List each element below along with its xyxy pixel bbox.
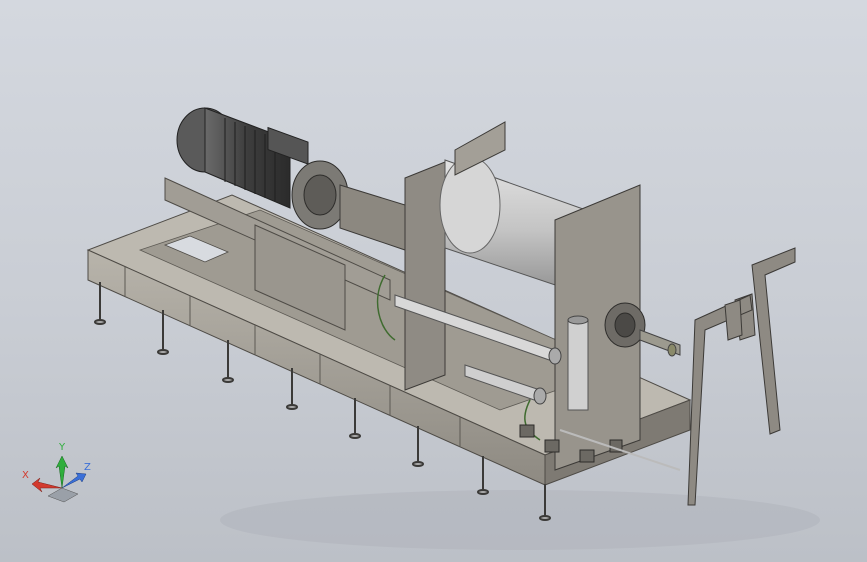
y-axis-arrow — [55, 455, 69, 489]
hydraulic-cylinder[interactable] — [567, 315, 589, 411]
x-axis-arrow — [31, 477, 63, 493]
cad-viewport[interactable]: X Y Z — [0, 0, 867, 562]
triad-base — [47, 487, 79, 503]
triad-axes — [31, 455, 87, 503]
x-axis-label: X — [22, 470, 29, 481]
z-axis-label: Z — [84, 462, 91, 473]
coordinate-triad: X Y Z — [18, 442, 98, 508]
y-axis-label: Y — [59, 442, 66, 453]
detached-bracket-tall[interactable] — [734, 247, 796, 435]
winch-assembly-model[interactable] — [0, 0, 867, 562]
drum-bracket-left — [404, 161, 446, 391]
ground-shadow — [220, 490, 820, 550]
z-axis-arrow — [61, 472, 87, 489]
